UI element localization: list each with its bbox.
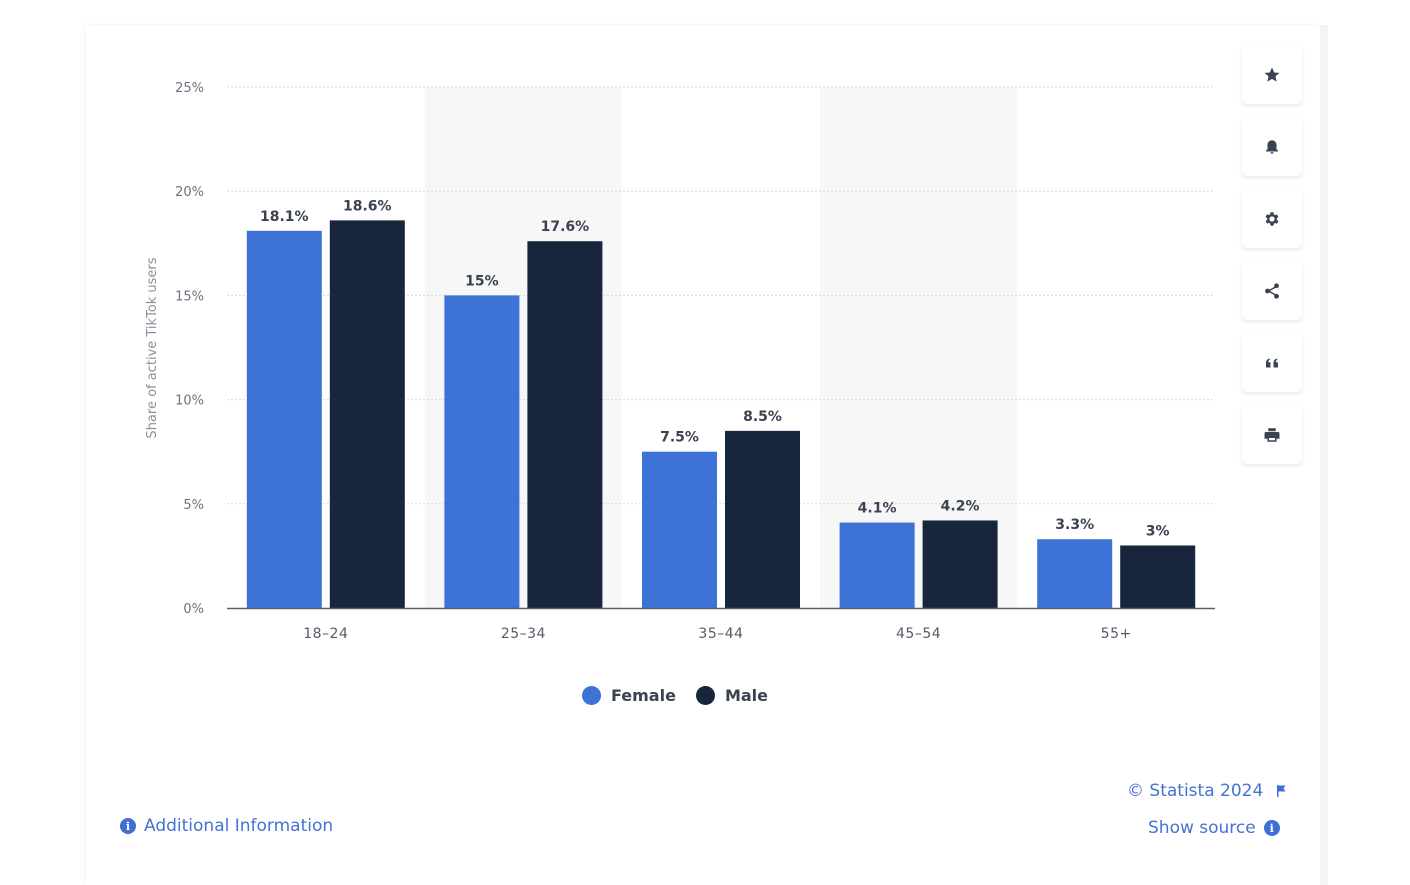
y-tick-label: 25%: [175, 81, 204, 96]
data-label: 4.2%: [941, 498, 980, 514]
info-icon: i: [120, 818, 136, 834]
y-tick-label: 10%: [175, 394, 204, 409]
bar-male-55+[interactable]: [1120, 545, 1196, 608]
x-tick-label: 35–44: [698, 626, 743, 642]
print-icon: [1264, 427, 1280, 442]
legend-label-male: Male: [724, 686, 768, 705]
legend: Female Male: [0, 686, 1350, 705]
y-tick-label: 15%: [175, 289, 204, 304]
y-tick-label: 20%: [175, 185, 204, 200]
additional-information-link[interactable]: i Additional Information: [120, 816, 333, 836]
bar-female-35-44[interactable]: [642, 451, 717, 608]
chart-toolbar: [1242, 45, 1302, 464]
share-icon: [1265, 282, 1279, 299]
bar-male-45-54[interactable]: [922, 520, 998, 608]
data-label: 18.6%: [343, 198, 392, 214]
bell-icon: [1266, 139, 1278, 154]
legend-swatch-female: [582, 686, 601, 705]
bar-male-18-24[interactable]: [329, 220, 405, 608]
copyright-text: © Statista 2024: [1127, 781, 1264, 801]
data-label: 8.5%: [743, 409, 782, 425]
quote-icon: [1266, 358, 1278, 367]
notification-button[interactable]: [1242, 117, 1302, 176]
x-axis-labels: 18–24 25–34 35–44 45–54 55+: [303, 626, 1131, 642]
data-label: 3%: [1146, 523, 1170, 539]
data-label: 17.6%: [541, 219, 590, 235]
legend-label-female: Female: [611, 686, 676, 705]
data-label: 3.3%: [1055, 517, 1094, 533]
y-axis-ticks: 0% 5% 10% 15% 20% 25%: [175, 81, 204, 617]
star-icon: [1264, 67, 1280, 82]
show-source-link[interactable]: Show source i: [1148, 818, 1280, 838]
additional-information-text: Additional Information: [144, 816, 334, 836]
y-tick-label: 0%: [183, 602, 204, 617]
x-tick-label: 18–24: [303, 626, 348, 642]
gear-icon: [1265, 211, 1279, 226]
statista-copyright-link[interactable]: © Statista 2024: [1127, 781, 1287, 801]
data-label: 18.1%: [260, 209, 309, 225]
y-axis-title: Share of active TikTok users: [145, 257, 160, 438]
info-icon: i: [1263, 820, 1280, 836]
bars: 18.1% 18.6% 15% 17.6% 7.5% 8.5% 4.1% 4.2% 3.3% 3%: [246, 198, 1196, 608]
show-source-text: Show source: [1148, 818, 1256, 838]
legend-swatch-male: [695, 686, 715, 705]
bar-male-25-34[interactable]: [527, 241, 603, 608]
share-button[interactable]: [1242, 261, 1302, 320]
legend-item-female[interactable]: Female: [582, 686, 676, 705]
x-tick-label: 25–34: [501, 626, 546, 642]
favorite-button[interactable]: [1242, 45, 1302, 104]
print-button[interactable]: [1242, 405, 1302, 464]
cite-button[interactable]: [1242, 333, 1302, 392]
y-tick-label: 5%: [183, 498, 204, 513]
bar-female-18-24[interactable]: [246, 230, 322, 608]
flag-icon: [1277, 785, 1286, 797]
x-tick-label: 55+: [1101, 626, 1132, 642]
data-label: 7.5%: [660, 430, 699, 446]
legend-item-male[interactable]: Male: [695, 686, 768, 705]
data-label: 4.1%: [858, 501, 897, 517]
bar-male-35-44[interactable]: [725, 430, 800, 608]
bar-female-45-54[interactable]: [839, 522, 915, 608]
settings-button[interactable]: [1242, 189, 1302, 248]
data-label: 15%: [465, 273, 499, 289]
x-tick-label: 45–54: [896, 626, 941, 642]
bar-female-25-34[interactable]: [444, 295, 520, 608]
bar-female-55+[interactable]: [1037, 539, 1113, 608]
bar-chart: 0% 5% 10% 15% 20% 25% Share of active TikTok …: [145, 81, 1215, 642]
